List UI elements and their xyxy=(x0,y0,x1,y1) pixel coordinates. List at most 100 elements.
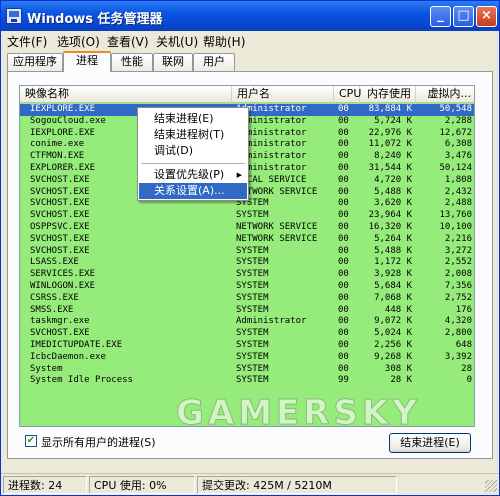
tab-networking[interactable]: 联网 xyxy=(153,53,193,71)
cell-mem-usage: 5,684 K xyxy=(374,280,412,291)
ctx-set-priority-label: 设置优先级(P) xyxy=(154,168,225,181)
cell-mem-usage: 5,488 K xyxy=(374,245,412,256)
cell-user-name: NETWORK SERVICE xyxy=(236,221,318,232)
column-image-name[interactable]: 映像名称 xyxy=(20,86,232,103)
tab-users[interactable]: 用户 xyxy=(193,53,235,71)
cell-mem-usage: 3,620 K xyxy=(374,198,412,209)
cell-mem-usage: 23,964 K xyxy=(368,210,412,221)
column-virtual-mem[interactable]: 虚拟内... xyxy=(416,86,474,103)
table-row[interactable]: SMSS.EXE SYSTEM 00 448 K 176 xyxy=(20,304,474,317)
menu-view[interactable]: 查看(V) xyxy=(107,33,149,50)
tab-performance[interactable]: 性能 xyxy=(111,53,153,71)
menu-shutdown[interactable]: 关机(U) xyxy=(156,33,198,50)
table-row[interactable]: SVCHOST.EXE SYSTEM 00 23,964 K 13,760 xyxy=(20,210,474,222)
cell-virtual-mem: 3,476 xyxy=(444,151,472,162)
ctx-debug[interactable]: 调试(D) xyxy=(139,143,247,159)
cell-user-name: Administrator xyxy=(236,316,307,327)
cell-cpu: 00 xyxy=(338,127,349,138)
table-row[interactable]: SVCHOST.EXE NETWORK SERVICE 00 5,264 K 2,216 xyxy=(20,233,474,246)
status-process-count: 进程数: 24 xyxy=(3,476,87,494)
resize-grip-icon[interactable] xyxy=(485,480,497,492)
table-row[interactable]: OSPPSVC.EXE NETWORK SERVICE 00 16,320 K 10,1… xyxy=(20,221,474,234)
cell-mem-usage: 16,320 K xyxy=(368,221,412,232)
table-row[interactable]: CSRSS.EXE SYSTEM 00 7,068 K 2,752 xyxy=(20,292,474,305)
cell-cpu: 00 xyxy=(338,162,349,173)
cell-image-name: OSPPSVC.EXE xyxy=(30,221,90,232)
cell-cpu: 00 xyxy=(338,351,349,362)
cell-virtual-mem: 2,288 xyxy=(444,115,472,126)
cell-cpu: 00 xyxy=(338,339,349,350)
cell-user-name: SYSTEM xyxy=(236,363,269,374)
menu-options[interactable]: 选项(O) xyxy=(57,33,100,50)
cell-user-name: SYSTEM xyxy=(236,292,269,303)
status-bar: 进程数: 24 CPU 使用: 0% 提交更改: 425M / 5210M xyxy=(1,473,499,495)
menu-file[interactable]: 文件(F) xyxy=(7,33,47,50)
cell-mem-usage: 4,720 K xyxy=(374,174,412,185)
close-button[interactable]: × xyxy=(476,6,497,27)
cell-image-name: System xyxy=(30,363,63,374)
ctx-set-affinity[interactable]: 关系设置(A)... xyxy=(139,183,247,199)
cell-mem-usage: 22,976 K xyxy=(368,127,412,138)
end-process-button[interactable]: 结束进程(E) xyxy=(389,433,471,453)
table-row[interactable]: System SYSTEM 00 308 K 28 xyxy=(20,363,474,376)
tab-processes[interactable]: 进程 xyxy=(63,51,111,72)
table-row[interactable]: taskmgr.exe Administrator 00 9,072 K 4,320 xyxy=(20,316,474,328)
cell-user-name: Administrator xyxy=(236,115,307,126)
cell-cpu: 00 xyxy=(338,280,349,291)
cell-user-name: SYSTEM xyxy=(236,339,269,350)
cell-mem-usage: 5,024 K xyxy=(374,328,412,339)
table-row[interactable]: IcbcDaemon.exe SYSTEM 00 9,268 K 3,392 xyxy=(20,351,474,364)
maximize-button[interactable]: □ xyxy=(453,6,474,27)
table-row[interactable]: System Idle Process SYSTEM 99 28 K 0 xyxy=(20,375,474,387)
cell-user-name: NETWORK SERVICE xyxy=(236,233,318,244)
cell-cpu: 00 xyxy=(338,139,349,150)
column-cpu[interactable]: CPU xyxy=(334,86,361,103)
cell-cpu: 00 xyxy=(338,269,349,280)
status-cpu-usage: CPU 使用: 0% xyxy=(89,476,195,494)
cell-cpu: 00 xyxy=(338,257,349,268)
ctx-set-priority[interactable]: 设置优先级(P) ▶ xyxy=(139,167,247,183)
cell-virtual-mem: 2,800 xyxy=(444,328,472,339)
cell-mem-usage: 83,884 K xyxy=(368,104,412,114)
column-user-name[interactable]: 用户名 xyxy=(232,86,334,103)
cell-image-name: taskmgr.exe xyxy=(30,316,90,327)
cell-user-name: NETWORK SERVICE xyxy=(236,186,318,197)
cell-image-name: IMEDICTUPDATE.EXE xyxy=(30,339,123,350)
window-title: Windows 任务管理器 xyxy=(27,12,163,27)
cell-user-name: SYSTEM xyxy=(236,280,269,291)
title-bar[interactable]: Windows 任务管理器 _ □ × xyxy=(1,1,499,31)
minimize-button[interactable]: _ xyxy=(430,6,451,27)
cell-virtual-mem: 28 xyxy=(461,363,472,374)
cell-virtual-mem: 176 xyxy=(455,304,472,315)
cell-image-name: SVCHOST.EXE xyxy=(30,245,90,256)
menu-help[interactable]: 帮助(H) xyxy=(203,33,245,50)
cell-image-name: SERVICES.EXE xyxy=(30,269,96,280)
cell-virtual-mem: 3,392 xyxy=(444,351,472,362)
show-all-users-checkbox[interactable]: ✔ xyxy=(25,435,37,447)
table-row[interactable]: SVCHOST.EXE SYSTEM 00 5,488 K 3,272 xyxy=(20,245,474,258)
cell-user-name: Administrator xyxy=(236,139,307,150)
table-row[interactable]: WINLOGON.EXE SYSTEM 00 5,684 K 7,356 xyxy=(20,280,474,293)
column-mem-usage[interactable]: 内存使用 xyxy=(360,86,416,103)
cell-user-name: Administrator xyxy=(236,151,307,162)
submenu-arrow-icon: ▶ xyxy=(236,171,242,179)
cell-mem-usage: 5,724 K xyxy=(374,115,412,126)
table-row[interactable]: IMEDICTUPDATE.EXE SYSTEM 00 2,256 K 648 xyxy=(20,339,474,352)
cell-cpu: 00 xyxy=(338,198,349,209)
cell-user-name: SYSTEM xyxy=(236,375,269,386)
cell-cpu: 00 xyxy=(338,233,349,244)
table-row[interactable]: SERVICES.EXE SYSTEM 00 3,928 K 2,008 xyxy=(20,269,474,281)
cell-virtual-mem: 2,432 xyxy=(444,186,472,197)
ctx-end-process-tree[interactable]: 结束进程树(T) xyxy=(139,127,247,143)
cell-virtual-mem: 12,672 xyxy=(439,127,472,138)
tab-applications[interactable]: 应用程序 xyxy=(7,53,63,71)
process-list-header: 映像名称 用户名 CPU 内存使用 虚拟内... xyxy=(20,86,474,103)
cell-cpu: 00 xyxy=(338,328,349,339)
cell-image-name: System Idle Process xyxy=(30,375,133,386)
cell-mem-usage: 28 K xyxy=(390,375,412,386)
table-row[interactable]: SVCHOST.EXE SYSTEM 00 5,024 K 2,800 xyxy=(20,328,474,340)
ctx-end-process[interactable]: 结束进程(E) xyxy=(139,111,247,127)
cell-user-name: SYSTEM xyxy=(236,257,269,268)
table-row[interactable]: LSASS.EXE SYSTEM 00 1,172 K 2,552 xyxy=(20,257,474,269)
cell-virtual-mem: 13,760 xyxy=(439,210,472,221)
